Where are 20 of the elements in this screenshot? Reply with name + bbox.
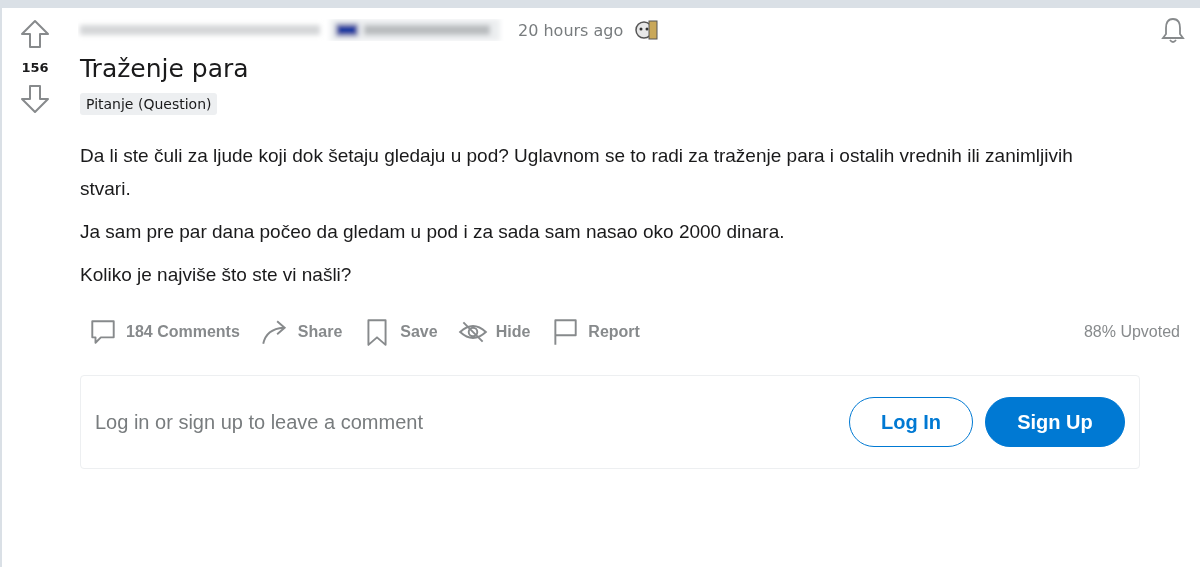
upvote-ratio: 88% Upvoted [1083,323,1181,341]
bell-icon[interactable] [1158,15,1188,45]
downvote-icon[interactable] [19,83,51,115]
post-title: Traženje para [80,54,250,83]
comment-icon [88,317,118,347]
vote-count: 156 [21,60,49,75]
post-paragraph: Ja sam pre par dana počeo da gledam u pod i za sada sam nasao oko 2000 dinara. [80,220,786,244]
action-button[interactable]: Share [253,309,353,355]
post-time: 20 hours ago [518,20,624,40]
post-paragraph: Da li ste čuli za ljude koji dok šetaju gledaju u pod? Uglavnom se to radi za traženje para i ostalih vrednih ili zanimljivih stvari. [80,144,1074,201]
action-button[interactable]: 184 Comments [82,309,250,355]
action-button[interactable]: Save [356,309,448,355]
upvote-icon[interactable] [19,18,51,50]
post-paragraph: Koliko je najviše što ste vi našli? [80,263,353,287]
log-in-button[interactable]: Log In [849,397,973,447]
comment-prompt: Log in or sign up to leave a comment [95,410,423,434]
action-button[interactable]: Report [544,309,650,355]
action-button[interactable]: Hide [451,309,541,355]
flair-tag[interactable]: Pitanje (Question) [80,93,218,115]
sign-up-button[interactable]: Sign Up [985,397,1125,447]
